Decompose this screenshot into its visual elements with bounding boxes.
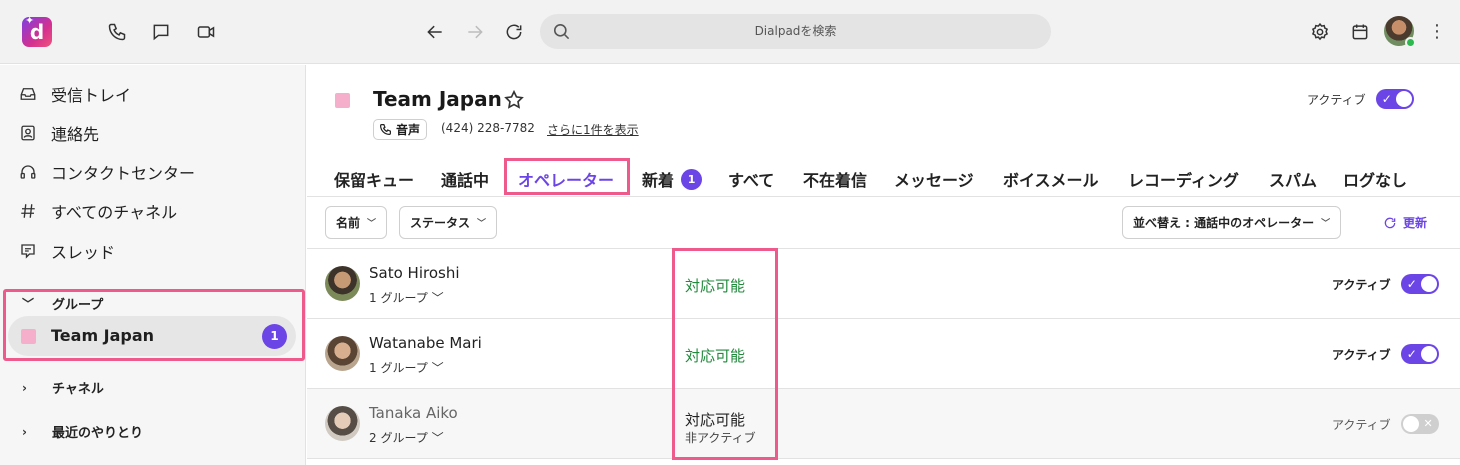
toggle-switch[interactable]: ✕ — [1400, 414, 1439, 434]
sidebar-item-threads[interactable]: スレッド — [18, 239, 115, 263]
sidebar-item-contact-center[interactable]: コンタクトセンター — [18, 160, 195, 184]
thread-icon — [18, 241, 38, 261]
search-placeholder: Dialpadを検索 — [754, 24, 837, 38]
sparkle-icon: ✦ — [25, 14, 35, 27]
tab-recordings[interactable]: レコーディング — [1128, 167, 1239, 191]
sidebar: 受信トレイ 連絡先 コンタクトセンター すべてのチャネル スレッド ﹀ グループ… — [0, 65, 306, 465]
recent-section-header[interactable]: › 最近のやりとり — [22, 422, 143, 442]
operator-row[interactable]: Tanaka Aiko 2 グループ ﹀ 対応可能 非アクティブ アクティブ ✕ — [307, 389, 1460, 459]
forward-icon[interactable] — [463, 20, 487, 44]
highlight-box-groups — [3, 289, 305, 361]
sidebar-item-label: 連絡先 — [51, 125, 100, 144]
kebab-icon[interactable]: ⋮ — [1428, 22, 1446, 42]
avatar — [325, 406, 360, 441]
tab-new[interactable]: 新着 1 — [642, 167, 703, 191]
operator-active-toggle[interactable]: アクティブ ✓ — [1332, 274, 1439, 294]
new-count-badge: 1 — [681, 168, 703, 190]
operator-row[interactable]: Sato Hiroshi 1 グループ ﹀ 対応可能 アクティブ ✓ — [307, 249, 1460, 319]
sidebar-item-label: スレッド — [51, 243, 116, 262]
tab-on-call[interactable]: 通話中 — [441, 167, 489, 191]
highlight-box-status-column — [672, 248, 778, 460]
back-icon[interactable] — [423, 20, 447, 44]
main-panel: Team Japan アクティブ ✓ 音声 (424) 228-7782 さらに… — [307, 65, 1460, 465]
chat-icon[interactable] — [149, 20, 173, 44]
tab-messages[interactable]: メッセージ — [894, 167, 974, 191]
toggle-switch[interactable]: ✓ — [1400, 274, 1439, 294]
chevron-down-icon: ﹀ — [367, 219, 377, 229]
online-status-dot — [1405, 37, 1416, 48]
user-avatar[interactable] — [1384, 16, 1416, 48]
hash-icon — [18, 201, 38, 221]
phone-icon — [380, 124, 391, 135]
sidebar-item-label: すべてのチャネル — [51, 203, 178, 222]
star-icon[interactable] — [503, 89, 525, 111]
sort-dropdown[interactable]: 並べ替え : 通話中のオペレーター ﹀ — [1122, 206, 1342, 239]
sidebar-item-all-channels[interactable]: すべてのチャネル — [18, 199, 177, 223]
search-bar[interactable]: Dialpadを検索 — [540, 14, 1051, 49]
groups-dropdown[interactable]: 1 グループ ﹀ — [369, 289, 444, 306]
group-active-toggle[interactable]: アクティブ ✓ — [1307, 89, 1414, 109]
chevron-right-icon: › — [22, 380, 27, 395]
tab-missed[interactable]: 不在着信 — [803, 167, 867, 191]
status-filter-button[interactable]: ステータス ﹀ — [399, 206, 498, 239]
sidebar-item-inbox[interactable]: 受信トレイ — [18, 82, 131, 106]
chevron-down-icon: ﹀ — [431, 431, 444, 445]
sidebar-item-contacts[interactable]: 連絡先 — [18, 121, 99, 145]
inbox-icon — [18, 84, 38, 104]
avatar — [325, 266, 360, 301]
chevron-down-icon: ﹀ — [431, 361, 444, 375]
name-filter-button[interactable]: 名前 ﹀ — [325, 206, 388, 239]
sidebar-item-label: コンタクトセンター — [51, 164, 196, 183]
check-icon: ✓ — [1406, 277, 1417, 291]
chevron-down-icon: ﹀ — [431, 291, 444, 305]
top-bar: ✦ d Dialpadを検索 ⋮ — [0, 0, 1460, 64]
headset-icon — [18, 162, 38, 182]
tab-no-log[interactable]: ログなし — [1343, 167, 1407, 191]
check-icon: ✓ — [1406, 347, 1417, 361]
dialpad-logo[interactable]: ✦ d — [22, 14, 52, 47]
group-phone-number: (424) 228-7782 — [441, 121, 535, 135]
voice-chip: 音声 — [373, 119, 428, 140]
channels-section-header[interactable]: › チャネル — [22, 378, 104, 398]
highlight-box-operators-tab — [504, 158, 630, 195]
toggle-switch[interactable]: ✓ — [1375, 89, 1414, 109]
groups-dropdown[interactable]: 1 グループ ﹀ — [369, 359, 444, 376]
video-icon[interactable] — [194, 20, 218, 44]
chevron-down-icon: ﹀ — [1321, 219, 1331, 229]
tab-voicemail[interactable]: ボイスメール — [1003, 167, 1099, 191]
close-icon: ✕ — [1423, 417, 1433, 430]
tab-all[interactable]: すべて — [728, 167, 774, 191]
operator-row[interactable]: Watanabe Mari 1 グループ ﹀ 対応可能 アクティブ ✓ — [307, 319, 1460, 389]
contacts-icon — [18, 123, 38, 143]
refresh-icon — [1384, 217, 1396, 228]
phone-icon[interactable] — [105, 20, 129, 44]
show-more-link[interactable]: さらに1件を表示 — [547, 121, 639, 138]
group-color-square — [335, 93, 350, 108]
check-icon: ✓ — [1381, 92, 1392, 106]
groups-dropdown[interactable]: 2 グループ ﹀ — [369, 429, 444, 446]
refresh-button[interactable]: 更新 — [1383, 214, 1427, 231]
sidebar-item-label: 受信トレイ — [51, 86, 132, 105]
calendar-icon[interactable] — [1348, 20, 1372, 44]
tab-hold-queue[interactable]: 保留キュー — [334, 167, 414, 191]
avatar — [325, 336, 360, 371]
gear-icon[interactable] — [1308, 20, 1332, 44]
tab-bar: 保留キュー 通話中 オペレーター 新着 1 すべて 不在着信 メッセージ ボイスメ… — [307, 159, 1460, 197]
tab-spam[interactable]: スパム — [1269, 167, 1317, 191]
refresh-icon[interactable] — [502, 20, 526, 44]
filter-bar: 名前 ﹀ ステータス ﹀ 並べ替え : 通話中のオペレーター ﹀ 更新 — [307, 197, 1460, 249]
operator-active-toggle[interactable]: アクティブ ✓ — [1332, 344, 1439, 364]
operator-active-toggle[interactable]: アクティブ ✕ — [1332, 414, 1439, 434]
toggle-switch[interactable]: ✓ — [1400, 344, 1439, 364]
chevron-down-icon: ﹀ — [477, 219, 487, 229]
chevron-right-icon: › — [22, 424, 27, 439]
page-title: Team Japan — [373, 87, 502, 111]
